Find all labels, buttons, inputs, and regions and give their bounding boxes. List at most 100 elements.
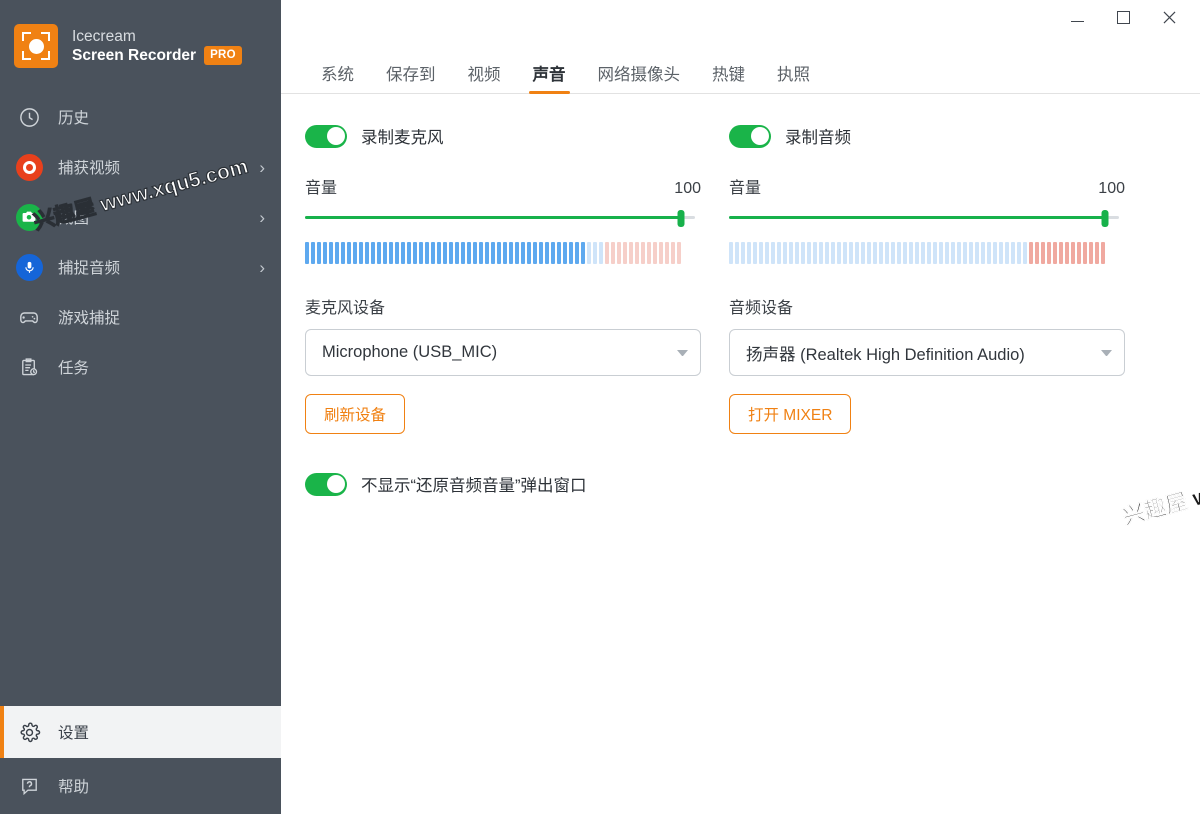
brand-line-2: Screen Recorder xyxy=(72,47,197,64)
meter-bar xyxy=(1017,242,1021,264)
tab-license[interactable]: 执照 xyxy=(761,66,826,94)
microphone-volume-label: 音量 xyxy=(305,180,338,197)
meter-bar xyxy=(837,242,841,264)
meter-bar xyxy=(473,242,477,264)
meter-bar xyxy=(677,242,681,264)
meter-bar xyxy=(939,242,943,264)
meter-bar xyxy=(1029,242,1033,264)
meter-bar xyxy=(981,242,985,264)
meter-bar xyxy=(401,242,405,264)
meter-bar xyxy=(915,242,919,264)
sidebar-item-capture-audio[interactable]: 捕捉音频 › xyxy=(0,242,281,292)
meter-bar xyxy=(479,242,483,264)
tab-audio[interactable]: 声音 xyxy=(517,66,582,94)
meter-bar xyxy=(855,242,859,264)
meter-bar xyxy=(395,242,399,264)
meter-bar xyxy=(611,242,615,264)
sidebar-item-label: 任务 xyxy=(58,360,90,377)
meter-bar xyxy=(491,242,495,264)
meter-bar xyxy=(431,242,435,264)
meter-bar xyxy=(605,242,609,264)
meter-bar xyxy=(999,242,1003,264)
meter-bar xyxy=(819,242,823,264)
tab-system[interactable]: 系统 xyxy=(305,66,370,94)
audio-volume-slider[interactable] xyxy=(729,210,1125,227)
clock-icon xyxy=(14,106,44,129)
meter-bar xyxy=(647,242,651,264)
meter-bar xyxy=(1041,242,1045,264)
gamepad-icon xyxy=(14,305,44,329)
meter-bar xyxy=(879,242,883,264)
hide-restore-popup-toggle[interactable] xyxy=(305,472,347,496)
recorder-target-icon xyxy=(14,24,58,68)
sidebar-item-tasks[interactable]: 任务 xyxy=(0,342,281,392)
meter-bar xyxy=(545,242,549,264)
meter-bar xyxy=(741,242,745,264)
sidebar-item-settings[interactable]: 设置 xyxy=(0,706,281,758)
meter-bar xyxy=(903,242,907,264)
meter-bar xyxy=(771,242,775,264)
meter-bar xyxy=(843,242,847,264)
meter-bar xyxy=(377,242,381,264)
microphone-device-label: 麦克风设备 xyxy=(305,300,386,317)
meter-bar xyxy=(951,242,955,264)
meter-bar xyxy=(521,242,525,264)
brand-line-1: Icecream xyxy=(72,27,136,45)
meter-bar xyxy=(987,242,991,264)
meter-bar xyxy=(419,242,423,264)
sidebar-item-help[interactable]: 帮助 xyxy=(0,758,281,814)
record-microphone-toggle[interactable] xyxy=(305,124,347,148)
meter-bar xyxy=(1101,242,1105,264)
meter-bar xyxy=(1065,242,1069,264)
microphone-volume-slider[interactable] xyxy=(305,210,701,227)
meter-bar xyxy=(783,242,787,264)
sidebar-item-screenshot[interactable]: 截图 › xyxy=(0,192,281,242)
sidebar-nav: 历史 捕获视频 › 截图 › 捕捉音频 › 游戏捕捉 任务 xyxy=(0,92,281,392)
meter-bar xyxy=(383,242,387,264)
main-panel: 系统 保存到 视频 声音 网络摄像头 热键 执照 录制麦克风 音量 100 麦克… xyxy=(281,0,1200,814)
meter-bar xyxy=(1035,242,1039,264)
sidebar-item-label: 捕捉音频 xyxy=(58,260,121,277)
meter-bar xyxy=(729,242,733,264)
record-audio-toggle[interactable] xyxy=(729,124,771,148)
meter-bar xyxy=(777,242,781,264)
sidebar-item-capture-video[interactable]: 捕获视频 › xyxy=(0,142,281,192)
tab-webcam[interactable]: 网络摄像头 xyxy=(582,66,697,94)
microphone-device-value: Microphone (USB_MIC) xyxy=(322,343,498,361)
camera-icon xyxy=(14,203,44,231)
meter-bar xyxy=(509,242,513,264)
maximize-button[interactable] xyxy=(1100,0,1146,34)
meter-bar xyxy=(753,242,757,264)
refresh-devices-button[interactable]: 刷新设备 xyxy=(305,394,406,434)
meter-bar xyxy=(581,242,585,264)
open-mixer-button[interactable]: 打开 MIXER xyxy=(729,394,852,434)
audio-device-select[interactable]: 扬声器 (Realtek High Definition Audio) xyxy=(729,329,1125,376)
meter-bar xyxy=(1077,242,1081,264)
minimize-button[interactable] xyxy=(1054,0,1100,34)
sidebar-item-history[interactable]: 历史 xyxy=(0,92,281,142)
meter-bar xyxy=(789,242,793,264)
sidebar-item-game-capture[interactable]: 游戏捕捉 xyxy=(0,292,281,342)
tab-hotkeys[interactable]: 热键 xyxy=(696,66,761,94)
meter-bar xyxy=(1053,242,1057,264)
meter-bar xyxy=(867,242,871,264)
audio-volume-value: 100 xyxy=(1098,180,1125,197)
meter-bar xyxy=(747,242,751,264)
meter-bar xyxy=(353,242,357,264)
meter-bar xyxy=(371,242,375,264)
meter-bar xyxy=(557,242,561,264)
sidebar-item-label: 截图 xyxy=(58,210,90,227)
meter-bar xyxy=(527,242,531,264)
meter-bar xyxy=(443,242,447,264)
tab-video[interactable]: 视频 xyxy=(452,66,517,94)
microphone-device-select[interactable]: Microphone (USB_MIC) xyxy=(305,329,701,376)
audio-section: 录制音频 音量 100 音频设备 扬声器 (Realtek High Defin… xyxy=(729,122,1125,434)
microphone-level-meter xyxy=(305,242,701,264)
tab-save-to[interactable]: 保存到 xyxy=(370,66,452,94)
meter-bar xyxy=(1089,242,1093,264)
close-button[interactable] xyxy=(1146,0,1192,34)
meter-bar xyxy=(617,242,621,264)
hide-restore-popup-label: 不显示“还原音频音量”弹出窗口 xyxy=(361,477,587,495)
meter-bar xyxy=(1023,242,1027,264)
audio-settings-content: 录制麦克风 音量 100 麦克风设备 Microphone (USB_MIC) … xyxy=(281,94,1200,496)
